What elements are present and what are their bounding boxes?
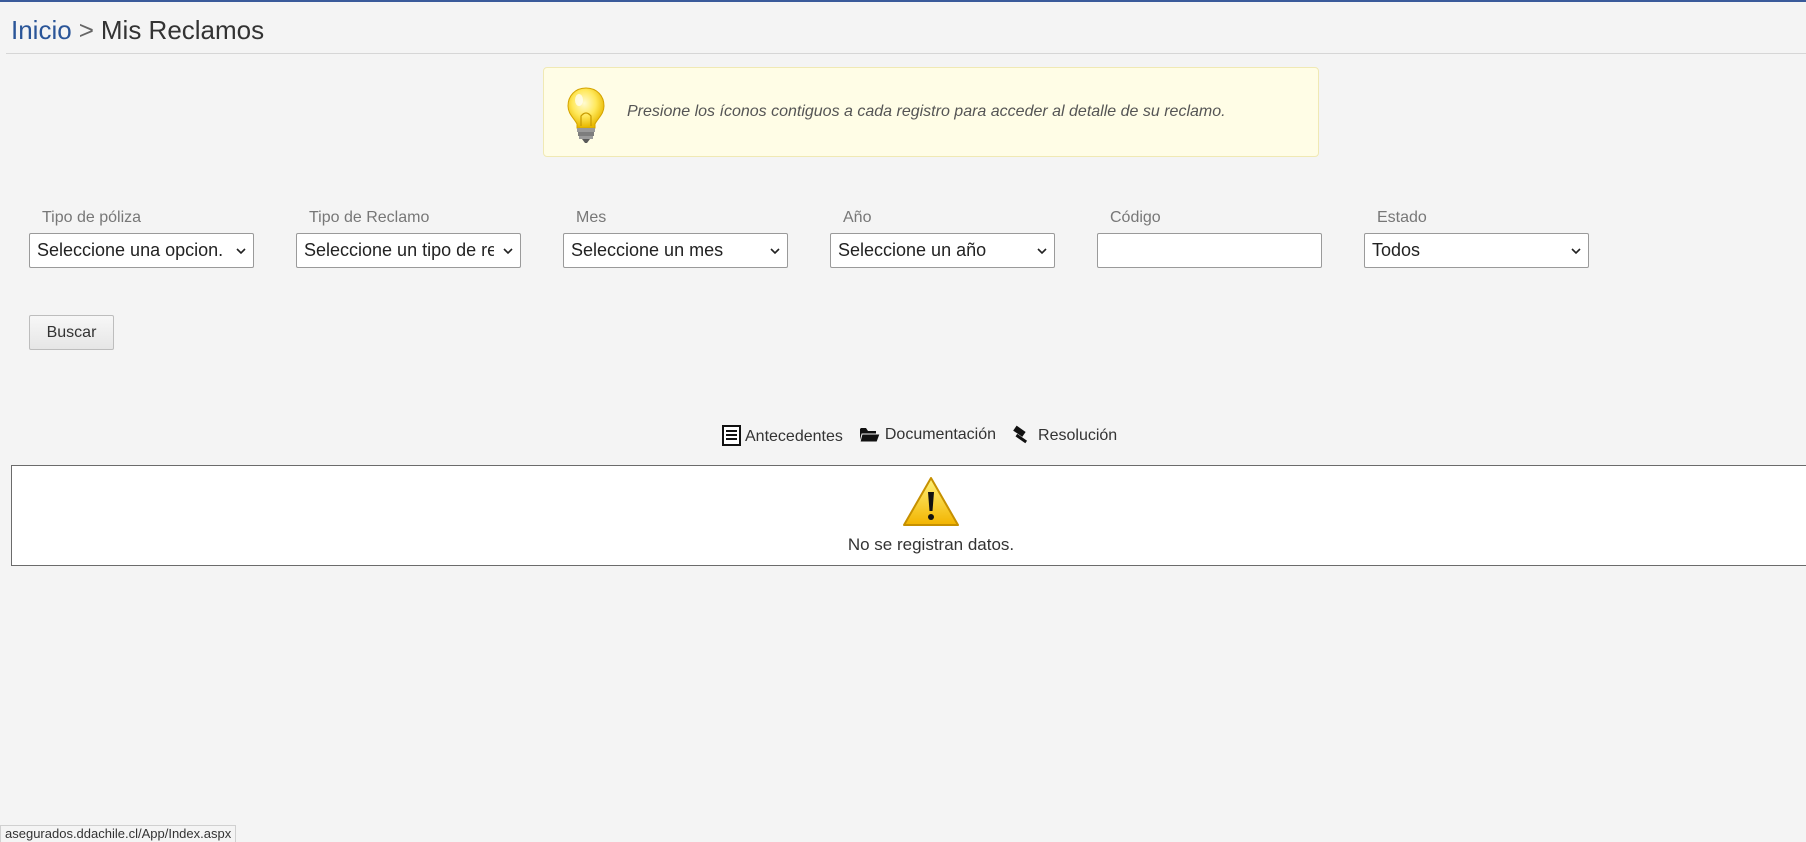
status-label: Estado [1377, 209, 1427, 226]
status-bar-url: asegurados.ddachile.cl/App/Index.aspx [0, 825, 237, 842]
filter-code: Código [1097, 208, 1323, 268]
status-value: Todos [1372, 240, 1421, 260]
filter-year: Año Seleccione un año [830, 208, 1056, 268]
policy-type-label: Tipo de póliza [42, 209, 142, 226]
breadcrumb-separator: > [78, 15, 94, 45]
month-value: Seleccione un mes [571, 240, 724, 260]
legend-resolution-label: Resolución [1038, 427, 1118, 444]
chevron-down-icon [1571, 248, 1581, 255]
hint-box: Presione los íconos contiguos a cada reg… [543, 67, 1319, 157]
legend-background: Antecedentes [722, 424, 843, 446]
search-button[interactable]: Buscar [29, 315, 114, 350]
policy-type-value: Seleccione una opcion. [37, 240, 224, 260]
legend-documentation-label: Documentación [884, 426, 997, 443]
legend-resolution: Resolución [1012, 425, 1117, 445]
claim-type-value: Seleccione un tipo de reclamo [304, 240, 494, 260]
status-select[interactable]: Todos [1364, 233, 1589, 268]
filter-policy-type: Tipo de póliza Seleccione una opcion. [29, 208, 255, 268]
legend-documentation: Documentación [859, 426, 996, 444]
month-label: Mes [576, 209, 607, 226]
empty-results-message: No se registran datos. [847, 535, 1015, 554]
claim-type-select[interactable]: Seleccione un tipo de reclamo [296, 233, 521, 268]
breadcrumb: Inicio > Mis Reclamos [11, 13, 264, 47]
code-input[interactable] [1097, 233, 1322, 268]
claim-type-label: Tipo de Reclamo [309, 209, 430, 226]
month-select[interactable]: Seleccione un mes [563, 233, 788, 268]
year-select[interactable]: Seleccione un año [830, 233, 1055, 268]
filter-month: Mes Seleccione un mes [563, 208, 789, 268]
chevron-down-icon [503, 248, 513, 255]
hint-text: Presione los íconos contiguos a cada reg… [627, 103, 1226, 120]
chevron-down-icon [770, 248, 780, 255]
header-divider [6, 53, 1806, 54]
top-accent-bar [0, 0, 1806, 2]
document-list-icon [722, 424, 741, 446]
open-folder-icon [859, 428, 881, 443]
policy-type-select[interactable]: Seleccione una opcion. [29, 233, 254, 268]
icon-legend: Antecedentes Documentación Resolución [722, 422, 1133, 448]
year-label: Año [843, 209, 872, 226]
gavel-icon [1013, 425, 1028, 444]
filter-claim-type: Tipo de Reclamo Seleccione un tipo de re… [296, 208, 522, 268]
warning-icon [903, 477, 959, 526]
lightbulb-icon [567, 87, 605, 143]
chevron-down-icon [1037, 248, 1047, 255]
page-title: Mis Reclamos [100, 15, 265, 45]
legend-background-label: Antecedentes [745, 427, 843, 445]
chevron-down-icon [236, 248, 246, 255]
code-label: Código [1110, 209, 1161, 226]
filter-status: Estado Todos [1364, 208, 1590, 268]
results-table: No se registran datos. [11, 465, 1806, 566]
breadcrumb-home-link[interactable]: Inicio [11, 15, 72, 45]
year-value: Seleccione un año [838, 240, 987, 260]
